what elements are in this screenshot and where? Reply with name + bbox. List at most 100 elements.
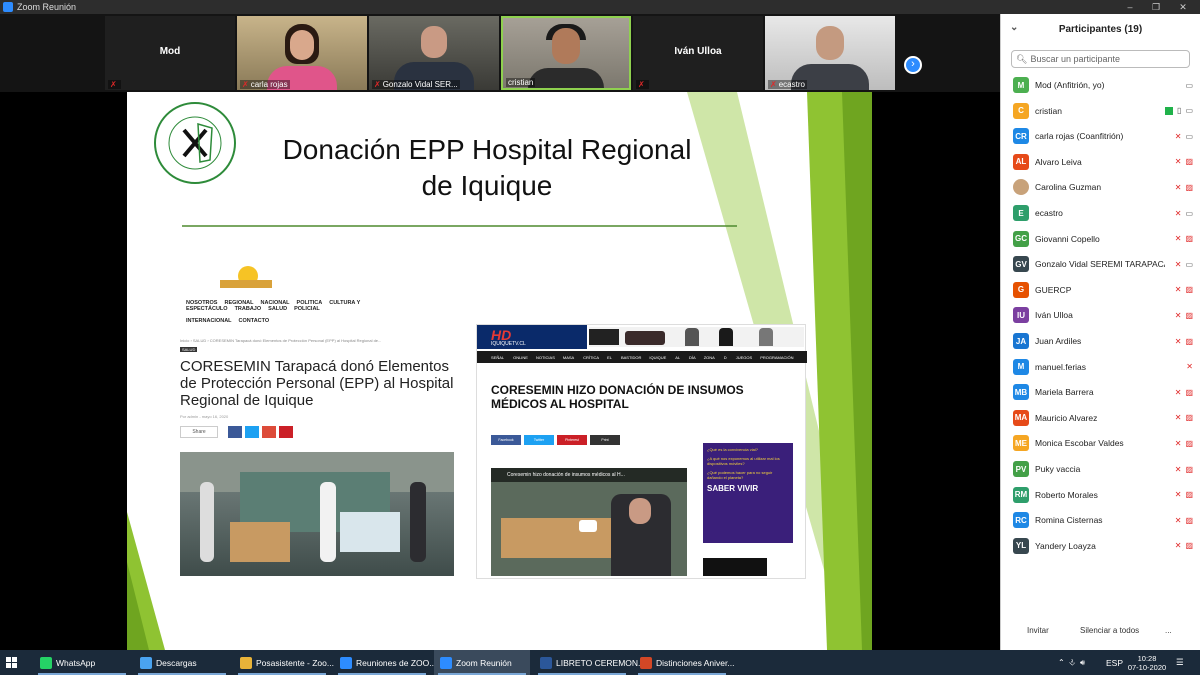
- camera-off-icon[interactable]: ▨: [1185, 285, 1193, 294]
- participant-row[interactable]: GC Giovanni Copello ✕ ▨: [1013, 230, 1193, 248]
- participant-row[interactable]: AL Alvaro Leiva ✕ ▨: [1013, 153, 1193, 171]
- camera-icon[interactable]: ▭: [1185, 209, 1193, 218]
- tray-icons[interactable]: ⌃ ⎀ 🔊︎: [1058, 650, 1085, 675]
- participant-row[interactable]: RC Romina Cisternas ✕ ▨: [1013, 511, 1193, 529]
- next-page-button[interactable]: ›: [904, 56, 922, 74]
- left-news-headline: CORESEMIN Tarapacá donó Elementos de Pro…: [180, 358, 454, 409]
- mic-muted-icon[interactable]: ✕: [1175, 234, 1182, 243]
- saber-vivir-ad: ¿Qué es la convivencia vial? ¿A qué nos …: [703, 443, 793, 543]
- participant-row[interactable]: MA Mauricio Alvarez ✕ ▨: [1013, 409, 1193, 427]
- avatar: JA: [1013, 333, 1029, 349]
- mic-muted-icon[interactable]: ✕: [1175, 490, 1182, 499]
- news-nav-item: ZONA D JUEGOS: [703, 354, 753, 360]
- mic-muted-icon[interactable]: ✕: [1175, 516, 1182, 525]
- participant-row[interactable]: IU Iván Ulloa ✕ ▨: [1013, 306, 1193, 324]
- maximize-button[interactable]: ❐: [1143, 0, 1169, 14]
- mic-muted-icon[interactable]: ✕: [1175, 413, 1182, 422]
- video-tile-ecastro[interactable]: ✗ ecastro: [765, 16, 895, 90]
- camera-off-icon[interactable]: ▨: [1185, 234, 1193, 243]
- mute-all-button[interactable]: Silenciar a todos: [1080, 626, 1139, 635]
- taskbar-item[interactable]: Descargas: [134, 650, 230, 675]
- participant-name: ecastro: [1035, 208, 1063, 218]
- video-tile-gonzalo[interactable]: ✗ Gonzalo Vidal SER...: [369, 16, 499, 90]
- left-news-tag: SALUD: [180, 347, 198, 352]
- mic-muted-icon[interactable]: ✕: [1175, 157, 1182, 166]
- language-indicator[interactable]: ESP: [1106, 650, 1123, 675]
- mic-muted-icon[interactable]: ✕: [1175, 311, 1182, 320]
- participant-row[interactable]: M Mod (Anfitrión, yo) ▭: [1013, 76, 1193, 94]
- camera-off-icon[interactable]: ▨: [1185, 337, 1193, 346]
- taskbar-item[interactable]: WhatsApp: [34, 650, 130, 675]
- mic-muted-icon[interactable]: ✕: [1175, 439, 1182, 448]
- participant-row[interactable]: Mmanuel.ferias ✕: [1013, 358, 1193, 376]
- notification-icon[interactable]: ☰: [1176, 650, 1184, 675]
- mic-muted-icon[interactable]: ✕: [1186, 362, 1193, 371]
- mic-muted-icon[interactable]: ✕: [1175, 209, 1182, 218]
- camera-off-icon[interactable]: ▨: [1185, 439, 1193, 448]
- participant-row[interactable]: JA Juan Ardiles ✕ ▨: [1013, 332, 1193, 350]
- mic-muted-icon[interactable]: ✕: [1175, 465, 1182, 474]
- participant-row[interactable]: RM Roberto Morales ✕ ▨: [1013, 486, 1193, 504]
- mic-muted-icon[interactable]: ✕: [1175, 260, 1182, 269]
- close-button[interactable]: ✕: [1170, 0, 1196, 14]
- invite-button[interactable]: Invitar: [1027, 626, 1049, 635]
- camera-off-icon[interactable]: ▨: [1185, 157, 1193, 166]
- participant-row[interactable]: GV Gonzalo Vidal SEREMI TARAPACA ✕ ▭: [1013, 255, 1193, 273]
- participant-row[interactable]: YL Yandery Loayza ✕ ▨: [1013, 537, 1193, 555]
- left-news-breadcrumb: Inicio › SALUD › CORESEMIN Tarapacá donó…: [180, 338, 382, 343]
- taskbar-item[interactable]: LIBRETO CEREMON...: [534, 650, 645, 675]
- mic-muted-icon[interactable]: ✕: [1175, 285, 1182, 294]
- mic-icon[interactable]: ▯: [1177, 106, 1181, 115]
- video-tile-carla[interactable]: ✗ carla rojas: [237, 16, 367, 90]
- taskbar-item[interactable]: Distinciones Aniver...: [634, 650, 734, 675]
- mic-muted-icon[interactable]: ✕: [1175, 183, 1182, 192]
- news-nav-item: POLICIAL: [294, 306, 320, 312]
- camera-off-icon[interactable]: ▨: [1185, 388, 1193, 397]
- camera-icon[interactable]: ▭: [1185, 81, 1193, 90]
- video-tile-mod[interactable]: Mod ✗: [105, 16, 235, 90]
- camera-off-icon[interactable]: ▨: [1185, 516, 1193, 525]
- video-tile-cristian[interactable]: cristian: [501, 16, 631, 90]
- participant-face: [290, 30, 314, 60]
- play-icon: [579, 520, 597, 532]
- participant-row[interactable]: Carolina Guzman ✕ ▨: [1013, 178, 1193, 196]
- clock[interactable]: 10:28 07-10-2020: [1126, 651, 1168, 675]
- participant-row[interactable]: CR carla rojas (Coanfitrión) ✕ ▭: [1013, 127, 1193, 145]
- camera-off-icon[interactable]: ▨: [1185, 465, 1193, 474]
- camera-off-icon[interactable]: ▨: [1185, 490, 1193, 499]
- tile-label: ✗: [636, 80, 649, 89]
- taskbar-item[interactable]: Posasistente - Zoo...: [234, 650, 334, 675]
- mic-muted-icon[interactable]: ✕: [1175, 132, 1182, 141]
- participant-search-input[interactable]: 🔍︎ Buscar un participante: [1011, 50, 1190, 68]
- mic-muted-icon[interactable]: ✕: [1175, 388, 1182, 397]
- participant-row[interactable]: MB Mariela Barrera ✕ ▨: [1013, 383, 1193, 401]
- taskbar-item[interactable]: Zoom Reunión: [434, 650, 530, 675]
- window-title: Zoom Reunión: [17, 2, 77, 12]
- camera-icon[interactable]: ▭: [1185, 132, 1193, 141]
- video-tile-ivan[interactable]: Iván Ulloa ✗: [633, 16, 763, 90]
- camera-icon[interactable]: ▭: [1185, 106, 1193, 115]
- news-nav-item: TRABAJO: [234, 306, 262, 312]
- participant-row[interactable]: PV Puky vaccia ✕ ▨: [1013, 460, 1193, 478]
- start-button[interactable]: [6, 650, 26, 675]
- camera-off-icon[interactable]: ▨: [1185, 413, 1193, 422]
- avatar: CR: [1013, 128, 1029, 145]
- participant-row[interactable]: ME Monica Escobar Valdes ✕ ▨: [1013, 434, 1193, 452]
- taskbar-item[interactable]: Reuniones de ZOO...: [334, 650, 436, 675]
- participant-row[interactable]: Ccristian ▯ ▭: [1013, 102, 1193, 120]
- news-nav-item: MASA CRÍTICA: [562, 354, 600, 360]
- participant-row[interactable]: Eecastro ✕ ▭: [1013, 204, 1193, 222]
- app-icon: [640, 656, 652, 669]
- mic-muted-icon[interactable]: ✕: [1175, 541, 1182, 550]
- collapse-icon[interactable]: ⌄: [1010, 22, 1018, 33]
- donation-photo: [180, 452, 454, 576]
- camera-off-icon[interactable]: ▨: [1185, 541, 1193, 550]
- minimize-button[interactable]: –: [1117, 0, 1143, 14]
- right-share-buttons: Facebook Twitter Pinterest Print: [491, 435, 620, 445]
- mic-muted-icon[interactable]: ✕: [1175, 337, 1182, 346]
- more-button[interactable]: ...: [1165, 626, 1172, 635]
- camera-off-icon[interactable]: ▨: [1185, 183, 1193, 192]
- camera-off-icon[interactable]: ▨: [1185, 311, 1193, 320]
- camera-icon[interactable]: ▭: [1185, 260, 1193, 269]
- participant-row[interactable]: G GUERCP ✕ ▨: [1013, 281, 1193, 299]
